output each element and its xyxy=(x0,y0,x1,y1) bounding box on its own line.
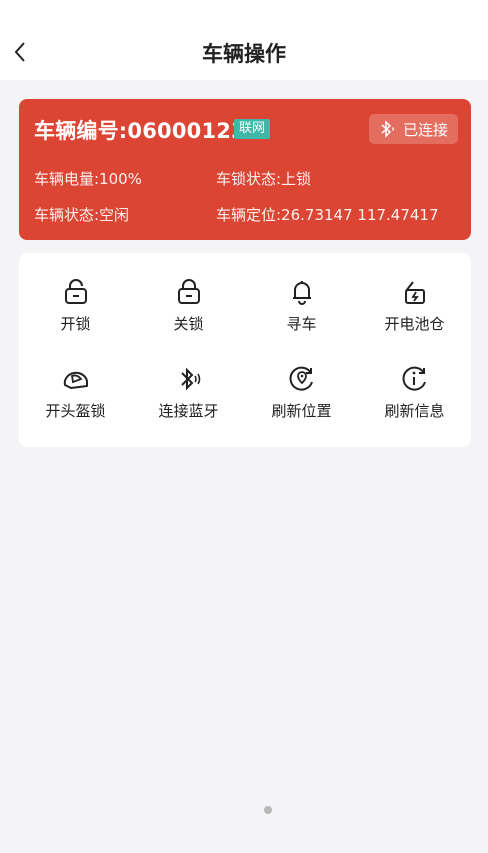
network-badge: 联网 xyxy=(234,119,271,139)
bluetooth-status[interactable]: 已连接 xyxy=(368,114,458,144)
open-battery-label: 开电池仓 xyxy=(384,315,445,333)
find-vehicle-button[interactable]: 寻车 xyxy=(245,275,358,345)
operations-panel: 开锁 关锁 寻车 开电池仓 开头盔锁 连接蓝牙 刷新位置 刷新信息 xyxy=(19,253,471,447)
unlock-button[interactable]: 开锁 xyxy=(19,275,132,345)
refresh-info-button[interactable]: 刷新信息 xyxy=(358,362,471,432)
refresh-info-label: 刷新信息 xyxy=(384,402,445,420)
vehicle-status: 车辆状态:空闲 xyxy=(34,206,130,224)
lock-button[interactable]: 关锁 xyxy=(132,275,245,345)
vehicle-info-card: 车辆编号:06000123 联网 已连接 车辆电量:100% 车锁状态:上锁 车… xyxy=(19,99,471,240)
connect-bluetooth-label: 连接蓝牙 xyxy=(158,402,219,420)
vehicle-location: 车辆定位:26.73147 117.47417 xyxy=(216,206,439,224)
bell-icon xyxy=(285,275,319,309)
find-vehicle-label: 寻车 xyxy=(286,315,317,333)
open-battery-button[interactable]: 开电池仓 xyxy=(358,275,471,345)
refresh-location-button[interactable]: 刷新位置 xyxy=(245,362,358,432)
bluetooth-icon xyxy=(381,120,394,138)
helmet-icon xyxy=(59,362,93,396)
lock-status: 车锁状态:上锁 xyxy=(216,170,312,188)
padlock-icon xyxy=(172,275,206,309)
refresh-location-icon xyxy=(285,362,319,396)
connect-bluetooth-button[interactable]: 连接蓝牙 xyxy=(132,362,245,432)
lock-label: 关锁 xyxy=(173,315,204,333)
vehicle-id: 车辆编号:06000123 xyxy=(34,119,246,143)
page-title: 车辆操作 xyxy=(202,42,286,66)
refresh-info-icon xyxy=(398,362,432,396)
open-helmet-lock-button[interactable]: 开头盔锁 xyxy=(19,362,132,432)
page-indicator-dot xyxy=(264,806,272,814)
unlock-label: 开锁 xyxy=(60,315,91,333)
bluetooth-icon xyxy=(172,362,206,396)
header: 车辆操作 xyxy=(0,0,488,80)
bluetooth-status-label: 已连接 xyxy=(402,120,448,139)
refresh-location-label: 刷新位置 xyxy=(271,402,332,420)
open-helmet-lock-label: 开头盔锁 xyxy=(45,402,106,420)
battery-level: 车辆电量:100% xyxy=(34,170,142,188)
battery-compartment-icon xyxy=(398,275,432,309)
unlocked-padlock-icon xyxy=(59,275,93,309)
